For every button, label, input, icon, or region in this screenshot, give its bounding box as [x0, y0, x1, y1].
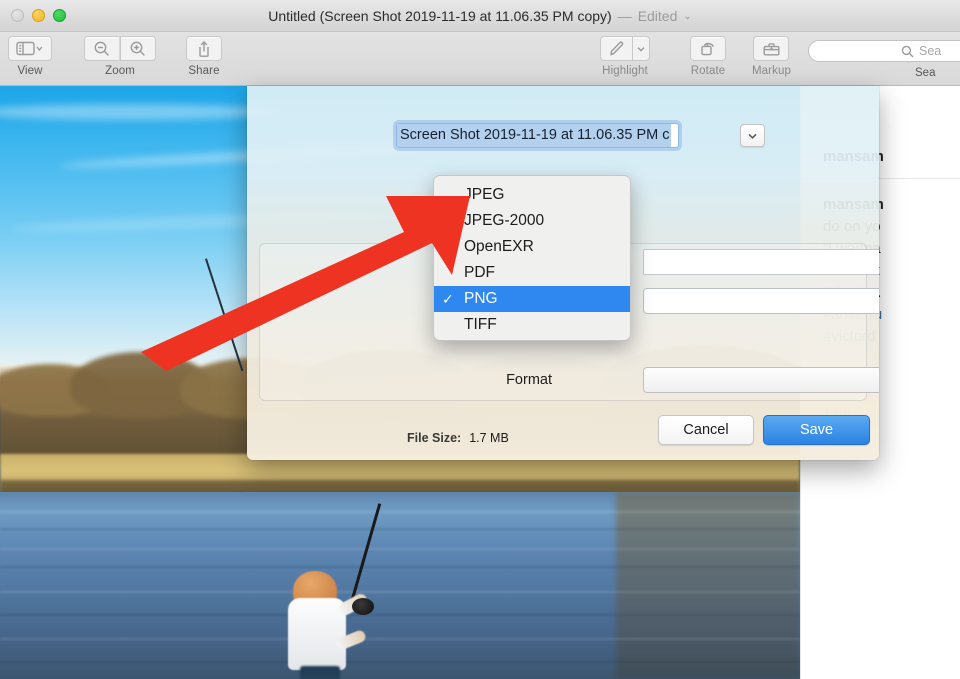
highlight-button[interactable]	[600, 36, 632, 61]
save-button[interactable]: Save	[763, 415, 870, 445]
zoom-in-icon	[130, 41, 145, 56]
chevron-down-icon[interactable]: ⌄	[683, 12, 691, 22]
export-as-value: Screen Shot 2019-11-19 at 11.06.35 PM c	[397, 124, 671, 147]
menu-item-pdf[interactable]: PDF	[434, 260, 630, 286]
window-title-separator: —	[617, 8, 632, 24]
toolbar: View Zoom Share Highlight Rotate Markup …	[0, 32, 960, 86]
menu-item-label: PNG	[464, 290, 498, 307]
view-button[interactable]	[8, 36, 52, 61]
format-label: Format	[506, 372, 552, 388]
format-popup-button[interactable]	[643, 367, 879, 393]
share-label: Share	[188, 65, 220, 77]
where-popup-button[interactable]	[643, 288, 879, 314]
window-title-text: Untitled (Screen Shot 2019-11-19 at 11.0…	[268, 8, 612, 24]
close-window-button[interactable]	[11, 9, 24, 22]
markup-button[interactable]	[753, 36, 790, 61]
water-reflection-right	[616, 492, 800, 679]
checkmark-icon: ✓	[442, 290, 454, 307]
search-input[interactable]: Sea	[808, 40, 960, 62]
search-placeholder: Sea	[919, 44, 942, 58]
search-caption-label: Sea	[915, 67, 936, 79]
menu-item-tiff[interactable]: TIFF	[434, 312, 630, 338]
cancel-button[interactable]: Cancel	[658, 415, 754, 445]
minimize-window-button[interactable]	[32, 9, 45, 22]
highlight-label: Highlight	[602, 65, 648, 77]
toolbar-group-rotate: Rotate	[690, 36, 726, 77]
boy-legs	[300, 666, 340, 679]
toolbar-group-view: View	[8, 36, 52, 77]
fishing-reel	[352, 598, 374, 615]
menu-item-png[interactable]: ✓ PNG	[434, 286, 630, 312]
export-as-expand-button[interactable]	[740, 124, 765, 147]
toolbar-group-zoom: Zoom	[84, 36, 156, 77]
export-as-input[interactable]: Screen Shot 2019-11-19 at 11.06.35 PM c	[396, 123, 679, 148]
toolbar-group-highlight: Highlight	[600, 36, 650, 77]
preview-window: Untitled (Screen Shot 2019-11-19 at 11.0…	[0, 0, 960, 679]
menu-item-label: PDF	[464, 264, 495, 281]
highlighter-pen-icon	[609, 41, 623, 56]
window-titlebar: Untitled (Screen Shot 2019-11-19 at 11.0…	[0, 0, 960, 32]
toolbar-group-markup: Markup	[752, 36, 791, 77]
zoom-in-button[interactable]	[120, 36, 156, 61]
menu-item-label: JPEG	[464, 186, 505, 203]
rotate-button[interactable]	[690, 36, 726, 61]
menu-item-label: TIFF	[464, 316, 497, 333]
window-title: Untitled (Screen Shot 2019-11-19 at 11.0…	[0, 0, 960, 32]
window-edited-label: Edited	[637, 8, 678, 24]
tags-input[interactable]	[643, 249, 879, 275]
rotate-label: Rotate	[690, 65, 726, 77]
chevron-down-icon	[637, 46, 645, 52]
menu-item-jpeg[interactable]: JPEG	[434, 182, 630, 208]
view-label: View	[17, 65, 43, 77]
format-dropdown-menu[interactable]: JPEG JPEG-2000 OpenEXR PDF ✓ PNG TIFF	[433, 175, 631, 341]
dialog-button-bar: Cancel Save	[247, 402, 879, 460]
share-button[interactable]	[186, 36, 222, 61]
boy-shirt	[288, 598, 346, 670]
traffic-lights	[11, 9, 66, 22]
zoom-out-button[interactable]	[84, 36, 120, 61]
rotate-icon	[701, 42, 715, 55]
sidebar-icon	[16, 41, 43, 56]
toolbox-icon	[763, 42, 780, 55]
toolbar-group-share: Share	[186, 36, 222, 77]
menu-item-label: JPEG-2000	[464, 212, 545, 229]
share-icon	[199, 40, 209, 57]
zoom-out-icon	[94, 41, 109, 56]
zoom-window-button[interactable]	[53, 9, 66, 22]
menu-item-openexr[interactable]: OpenEXR	[434, 234, 630, 260]
highlight-options-button[interactable]	[632, 36, 650, 61]
chevron-down-icon	[748, 133, 757, 139]
zoom-label: Zoom	[105, 65, 135, 77]
menu-item-label: OpenEXR	[464, 238, 534, 255]
menu-item-jpeg-2000[interactable]: JPEG-2000	[434, 208, 630, 234]
markup-label: Markup	[752, 65, 791, 77]
search-icon	[901, 45, 914, 57]
